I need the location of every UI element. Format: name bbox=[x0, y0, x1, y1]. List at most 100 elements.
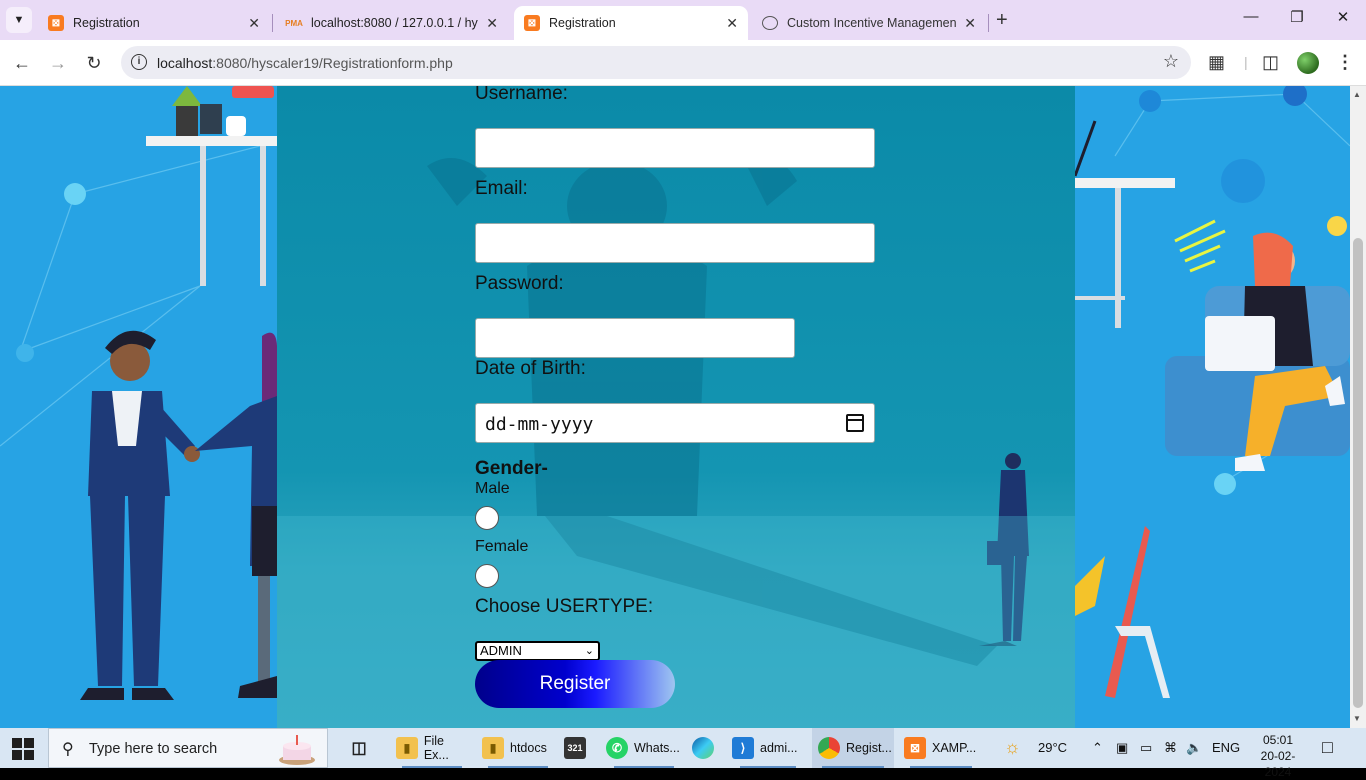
chevron-down-icon: ⌄ bbox=[584, 645, 594, 657]
calendar-app-icon: 321 bbox=[564, 737, 586, 759]
taskbar-app-label: File Ex... bbox=[423, 734, 449, 762]
tab-title: Custom Incentive Management bbox=[787, 16, 957, 30]
folder-icon: ▮ bbox=[482, 737, 504, 759]
phpmyadmin-icon: PMA bbox=[285, 18, 303, 28]
username-input[interactable] bbox=[475, 128, 875, 168]
background-illustration-right bbox=[1073, 86, 1350, 728]
menu-kebab-icon[interactable]: ⋮ bbox=[1336, 52, 1354, 73]
volume-icon[interactable]: 🔈 bbox=[1186, 740, 1202, 756]
taskbar-app-file-explorer[interactable]: ▮ File Ex... bbox=[392, 728, 472, 768]
gender-male-radio[interactable] bbox=[475, 506, 499, 530]
extensions-icon[interactable]: ▦ bbox=[1208, 52, 1225, 73]
scroll-down-arrow-icon[interactable]: ▼ bbox=[1353, 714, 1361, 723]
close-icon[interactable]: ✕ bbox=[964, 15, 976, 32]
close-icon[interactable]: ✕ bbox=[726, 15, 738, 32]
dob-label: Date of Birth: bbox=[475, 358, 586, 379]
xampp-icon: ⊠ bbox=[904, 737, 926, 759]
tab-search-button[interactable]: ▼ bbox=[6, 7, 32, 33]
username-label: Username: bbox=[475, 86, 568, 104]
panel-floor bbox=[277, 516, 1075, 728]
close-icon[interactable]: ✕ bbox=[486, 15, 498, 32]
gender-heading: Gender- bbox=[475, 458, 548, 479]
arrow-right-icon: → bbox=[49, 52, 67, 73]
taskbar-app-label: XAMP... bbox=[932, 741, 977, 755]
browser-tab-strip: ▼ ⊠ Registration ✕ PMA localhost:8080 / … bbox=[0, 0, 1366, 40]
taskbar-app-whatsapp[interactable]: ✆ Whats... bbox=[604, 728, 684, 768]
minimize-button[interactable]: — bbox=[1236, 8, 1266, 25]
taskbar-app-xampp[interactable]: ⊠ XAMP... bbox=[900, 728, 982, 768]
system-clock[interactable]: 05:01 20-02-2024 bbox=[1250, 732, 1306, 780]
reload-button[interactable]: ↻ bbox=[81, 50, 107, 76]
tab-registration-active[interactable]: ⊠ Registration ✕ bbox=[514, 6, 748, 40]
info-icon[interactable]: i bbox=[131, 54, 147, 70]
notifications-icon[interactable]: □ bbox=[1322, 737, 1333, 758]
taskbar-app-label: Whats... bbox=[634, 741, 680, 755]
chrome-icon bbox=[818, 737, 840, 759]
dob-placeholder: dd-mm-yyyy bbox=[485, 414, 594, 435]
tray-overflow-chevron-icon[interactable]: ⌃ bbox=[1092, 740, 1103, 756]
task-view-button[interactable]: ◫ bbox=[350, 728, 374, 768]
tab-registration-1[interactable]: ⊠ Registration ✕ bbox=[38, 6, 270, 40]
vscode-icon: ⟩ bbox=[732, 737, 754, 759]
xampp-icon: ⊠ bbox=[524, 15, 540, 31]
taskbar-app-vscode[interactable]: ⟩ admi... bbox=[730, 728, 806, 768]
gender-male-label: Male bbox=[475, 480, 510, 497]
tab-title: localhost:8080 / 127.0.0.1 / hysc bbox=[311, 16, 479, 30]
password-input[interactable] bbox=[475, 318, 795, 358]
tab-separator bbox=[272, 14, 273, 32]
taskbar-search-placeholder: Type here to search bbox=[89, 741, 218, 757]
weather-temperature[interactable]: 29°C bbox=[1038, 740, 1067, 755]
bookmark-star-icon[interactable]: ☆ bbox=[1163, 51, 1179, 72]
battery-icon[interactable]: ▭ bbox=[1140, 740, 1152, 756]
forward-button[interactable]: → bbox=[45, 50, 71, 76]
page-viewport: Username: Email: Password: Date of Birth… bbox=[0, 86, 1350, 728]
clock-date: 20-02-2024 bbox=[1260, 749, 1296, 779]
tab-custom-incentive[interactable]: Custom Incentive Management ✕ bbox=[752, 6, 986, 40]
birthday-cake-icon bbox=[279, 735, 315, 765]
whatsapp-icon: ✆ bbox=[606, 737, 628, 759]
xampp-icon: ⊠ bbox=[48, 15, 64, 31]
input-language[interactable]: ENG bbox=[1212, 740, 1240, 755]
url-text[interactable]: localhost:8080/hyscaler19/Registrationfo… bbox=[157, 55, 453, 71]
usertype-select[interactable]: ADMIN ⌄ bbox=[475, 641, 600, 661]
taskbar-app-htdocs[interactable]: ▮ htdocs bbox=[478, 728, 558, 768]
task-view-icon: ◫ bbox=[351, 740, 367, 757]
search-icon: ⚲ bbox=[62, 741, 74, 758]
scroll-up-arrow-icon[interactable]: ▲ bbox=[1353, 90, 1361, 99]
taskbar-app-chrome[interactable]: Regist... bbox=[812, 728, 894, 768]
weather-icon[interactable]: ☼ bbox=[1004, 737, 1021, 758]
taskbar-app-label: admi... bbox=[760, 741, 798, 755]
profile-avatar[interactable] bbox=[1297, 52, 1319, 74]
password-label: Password: bbox=[475, 273, 564, 294]
taskbar-app-label: htdocs bbox=[510, 741, 547, 755]
gender-female-radio[interactable] bbox=[475, 564, 499, 588]
usertype-selected-value: ADMIN bbox=[480, 643, 522, 658]
back-button[interactable]: ← bbox=[9, 50, 35, 76]
tab-phpmyadmin[interactable]: PMA localhost:8080 / 127.0.0.1 / hysc ✕ bbox=[276, 6, 508, 40]
clock-time: 05:01 bbox=[1262, 733, 1294, 747]
close-icon[interactable]: ✕ bbox=[248, 15, 260, 32]
tab-separator bbox=[988, 14, 989, 32]
restore-button[interactable]: ❐ bbox=[1282, 8, 1312, 26]
new-tab-button[interactable]: + bbox=[996, 9, 1008, 32]
gender-female-label: Female bbox=[475, 538, 529, 555]
taskbar-app-calendar[interactable]: 321 bbox=[564, 728, 594, 768]
scrollbar-thumb[interactable] bbox=[1353, 238, 1363, 708]
register-button[interactable]: Register bbox=[475, 660, 675, 708]
folder-icon: ▮ bbox=[396, 737, 418, 759]
side-panel-icon[interactable]: ◫ bbox=[1262, 52, 1279, 73]
dob-input[interactable]: dd-mm-yyyy bbox=[475, 403, 875, 443]
calendar-icon[interactable] bbox=[846, 414, 864, 432]
wifi-icon[interactable]: ⌘ bbox=[1164, 740, 1177, 756]
windows-start-button[interactable] bbox=[12, 738, 34, 760]
window-close-button[interactable]: ✕ bbox=[1328, 8, 1358, 26]
meet-now-icon[interactable]: ▣ bbox=[1116, 740, 1128, 756]
url-host: localhost bbox=[157, 55, 213, 71]
taskbar-app-label: Regist... bbox=[846, 741, 892, 755]
taskbar-app-edge[interactable] bbox=[692, 728, 722, 768]
chevron-down-icon: ▼ bbox=[13, 14, 25, 26]
address-bar[interactable]: i localhost:8080/hyscaler19/Registration… bbox=[121, 46, 1191, 79]
taskbar-search-box[interactable]: ⚲ Type here to search bbox=[48, 728, 328, 768]
page-scrollbar[interactable]: ▲ ▼ bbox=[1350, 86, 1366, 728]
email-input[interactable] bbox=[475, 223, 875, 263]
